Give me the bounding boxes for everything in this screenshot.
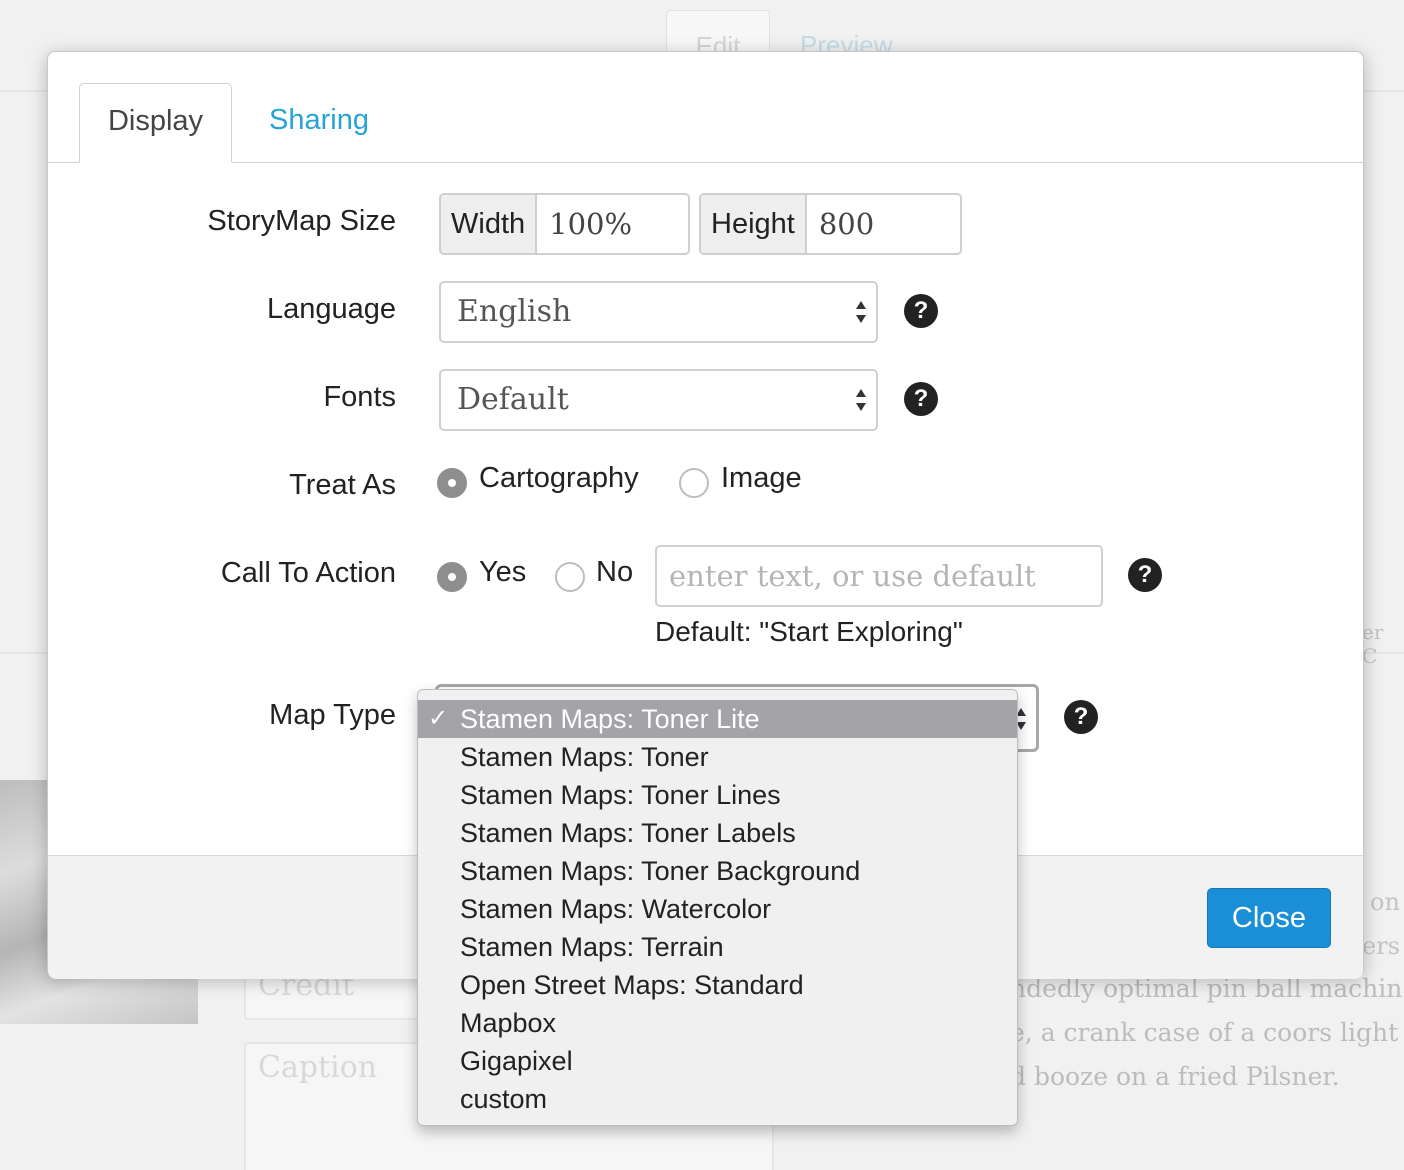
cta-yes-label[interactable]: Yes [479,556,526,589]
map-type-option[interactable]: Stamen Maps: Watercolor [418,890,1017,928]
width-input-group: Width [439,193,690,255]
cta-no-label[interactable]: No [596,556,633,589]
height-input-group: Height [699,193,962,255]
map-type-help-icon[interactable]: ? [1064,700,1098,734]
cta-help-icon[interactable]: ? [1128,558,1162,592]
map-type-option-label: Stamen Maps: Toner Labels [460,818,796,848]
map-type-option[interactable]: custom [418,1080,1017,1118]
width-input[interactable] [537,195,688,253]
tab-display[interactable]: Display [79,83,232,163]
width-addon: Width [441,195,538,253]
bg-text-fragment: on [1370,888,1400,916]
map-type-option-label: Open Street Maps: Standard [460,970,804,1000]
language-select-value: English [457,294,572,329]
checkmark-icon: ✓ [428,705,449,732]
image-radio[interactable] [679,468,709,498]
cta-text-input[interactable] [655,545,1103,607]
map-type-option[interactable]: Stamen Maps: Terrain [418,928,1017,966]
map-type-option[interactable]: ✓ Stamen Maps: Toner Lite [418,700,1017,738]
map-type-option-label: Gigapixel [460,1046,573,1076]
tab-sharing[interactable]: Sharing [254,83,384,162]
bg-text-line: e, a crank case of a coors light r [1010,1018,1404,1047]
modal-tabs: Display Sharing [48,52,1363,163]
height-addon: Height [701,195,807,253]
image-radio-label[interactable]: Image [721,462,802,495]
map-type-option[interactable]: Mapbox [418,1004,1017,1042]
select-arrows-icon [856,301,866,323]
cartography-radio[interactable] [437,468,467,498]
map-type-option[interactable]: Stamen Maps: Toner Labels [418,814,1017,852]
bg-text-line: d booze on a fried Pilsner. [1010,1062,1340,1091]
bg-text-fragment: er C [1362,620,1384,668]
cta-default-hint: Default: "Start Exploring" [655,616,963,647]
map-type-option[interactable]: Stamen Maps: Toner [418,738,1017,776]
map-type-label: Map Type [269,699,396,731]
height-input[interactable] [806,195,960,253]
map-type-option[interactable]: Stamen Maps: Toner Background [418,852,1017,890]
fonts-select[interactable]: Default [439,369,878,431]
fonts-help-icon[interactable]: ? [904,382,938,416]
map-type-option-label: Stamen Maps: Toner Lines [460,780,781,810]
call-to-action-label: Call To Action [220,557,396,589]
bg-text-fragment: ers [1362,932,1400,960]
language-label: Language [266,293,396,325]
map-type-option-label: Mapbox [460,1008,557,1038]
map-type-option-label: Stamen Maps: Toner [460,742,709,772]
fonts-select-value: Default [457,382,569,417]
map-type-option-label: Stamen Maps: Watercolor [460,894,772,924]
map-type-option[interactable]: Stamen Maps: Toner Lines [418,776,1017,814]
select-arrows-icon [856,389,866,411]
language-select[interactable]: English [439,281,878,343]
cta-yes-radio[interactable] [437,562,467,592]
cta-no-radio[interactable] [555,562,585,592]
map-type-option[interactable]: Open Street Maps: Standard [418,966,1017,1004]
fonts-label: Fonts [323,381,396,413]
map-type-dropdown-list: ✓ Stamen Maps: Toner Lite Stamen Maps: T… [417,689,1018,1126]
map-type-option-label: Stamen Maps: Terrain [460,932,724,962]
close-button[interactable]: Close [1207,888,1331,948]
language-help-icon[interactable]: ? [904,294,938,328]
cartography-radio-label[interactable]: Cartography [479,462,639,495]
map-type-option[interactable]: Gigapixel [418,1042,1017,1080]
map-type-option-label: Stamen Maps: Toner Background [460,856,861,886]
storymap-size-label: StoryMap Size [207,205,396,237]
map-type-option-label: custom [460,1084,548,1114]
map-type-option-label: Stamen Maps: Toner Lite [460,704,760,734]
treat-as-label: Treat As [289,469,396,501]
